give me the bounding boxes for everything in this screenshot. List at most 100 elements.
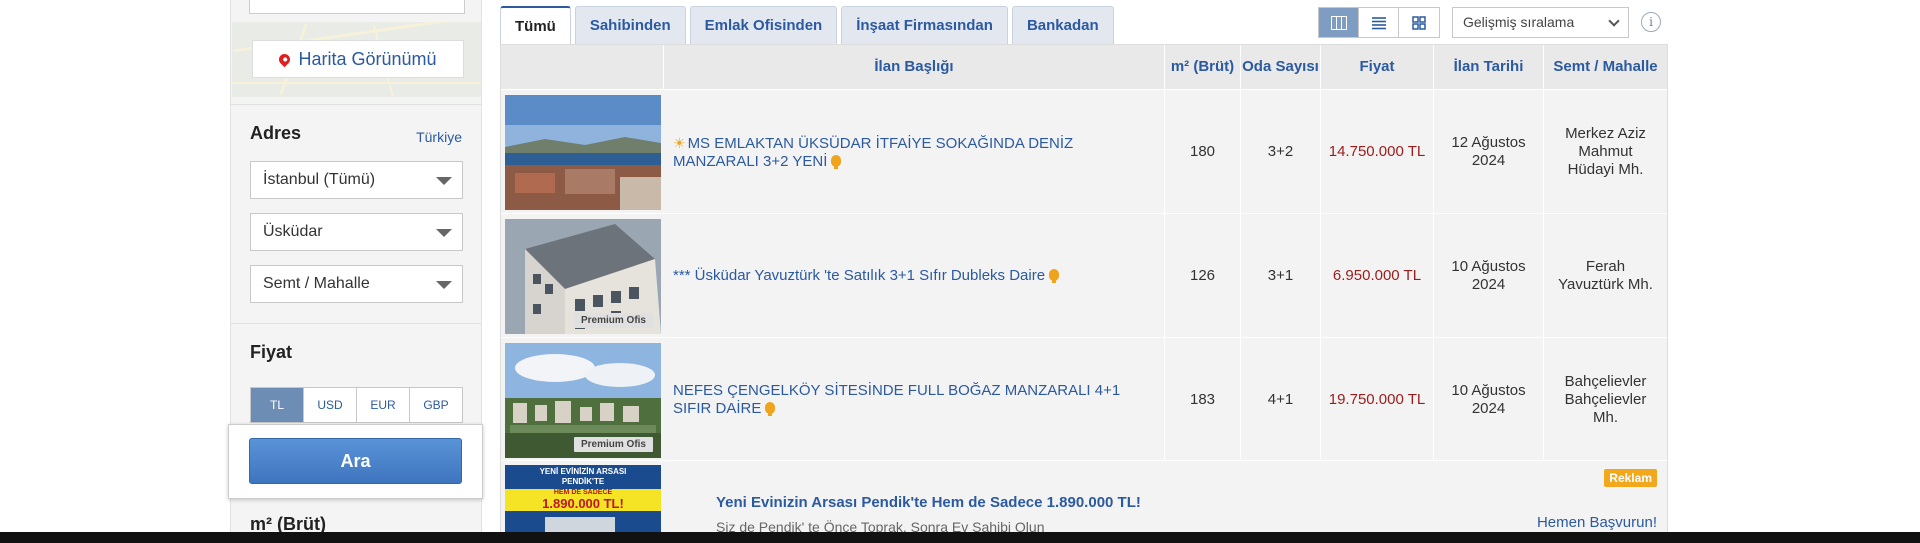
column-header-price[interactable]: Fiyat xyxy=(1321,45,1434,89)
listing-title[interactable]: *** Üsküdar Yavuztürk 'te Satılık 3+1 Sı… xyxy=(673,267,1045,284)
search-panel: Ara xyxy=(228,424,483,499)
date-cell: 10 Ağustos 2024 xyxy=(1434,214,1544,338)
table-row[interactable]: Premium Ofis *** Üsküdar Yavuztürk 'te S… xyxy=(501,213,1667,338)
info-icon[interactable]: i xyxy=(1641,12,1661,32)
column-header-area[interactable]: m² (Brüt) xyxy=(1165,45,1241,89)
city-select[interactable]: İstanbul (Tümü) xyxy=(250,161,463,199)
view-toggle xyxy=(1318,7,1440,38)
results-main: Tümü Sahibinden Emlak Ofisinden İnşaat F… xyxy=(500,0,1668,532)
address-title: Adres xyxy=(250,123,302,143)
ad-badge: Reklam xyxy=(1604,469,1657,487)
ad-cta-link[interactable]: Hemen Başvurun! xyxy=(1537,514,1657,531)
date-year: 2024 xyxy=(1471,152,1506,169)
listing-title-cell[interactable]: ☀ MS EMLAKTAN ÜKSÜDAR İTFAİYE SOKAĞINDA D… xyxy=(664,90,1165,214)
listing-title[interactable]: MS EMLAKTAN ÜKSÜDAR İTFAİYE SOKAĞINDA DE… xyxy=(673,135,1073,170)
column-header-title[interactable]: İlan Başlığı xyxy=(664,45,1165,89)
ad-thumbnail[interactable]: YENİ EVİNİZİN ARSASI PENDİK'TE HEM DE SA… xyxy=(505,465,661,532)
date-year: 2024 xyxy=(1471,276,1506,293)
divider xyxy=(231,323,481,324)
ad-title[interactable]: Yeni Evinizin Arsası Pendik'te Hem de Sa… xyxy=(716,494,1141,511)
tab-builder[interactable]: İnşaat Firmasından xyxy=(841,6,1008,44)
bottom-bar xyxy=(0,532,1920,543)
column-header-location[interactable]: Semt / Mahalle xyxy=(1544,45,1667,89)
column-header-date[interactable]: İlan Tarihi xyxy=(1434,45,1544,89)
featured-pin-icon xyxy=(831,154,842,169)
date-cell: 10 Ağustos 2024 xyxy=(1434,338,1544,462)
keyword-input[interactable] xyxy=(249,0,465,14)
area-cell: 180 xyxy=(1165,90,1241,214)
area-title: m² (Brüt) xyxy=(250,514,326,532)
country-link[interactable]: Türkiye xyxy=(416,129,462,145)
city-select-value: İstanbul (Tümü) xyxy=(263,171,376,188)
premium-office-badge: Premium Ofis xyxy=(573,437,653,452)
featured-pin-icon xyxy=(765,402,776,416)
sort-select-value: Gelişmiş sıralama xyxy=(1463,14,1575,30)
area-cell: 126 xyxy=(1165,214,1241,338)
price-cell: 19.750.000 TL xyxy=(1321,338,1434,462)
listing-title-cell[interactable]: NEFES ÇENGELKÖY SİTESİNDE FULL BOĞAZ MAN… xyxy=(664,338,1165,462)
currency-selector: TL USD EUR GBP xyxy=(250,387,463,423)
date-day-month: 12 Ağustos xyxy=(1451,134,1526,151)
screen: Harita Görünümü Adres Türkiye İstanbul (… xyxy=(0,0,1920,543)
date-day-month: 10 Ağustos xyxy=(1451,382,1526,399)
list-view-icon[interactable] xyxy=(1359,8,1399,37)
date-cell: 12 Ağustos 2024 xyxy=(1434,90,1544,214)
caret-down-icon xyxy=(436,177,452,185)
location-cell: Merkez Aziz Mahmut Hüdayi Mh. xyxy=(1565,125,1646,178)
featured-pin-icon xyxy=(1049,269,1060,283)
date-year: 2024 xyxy=(1471,400,1506,417)
premium-office-badge: Premium Ofis xyxy=(573,313,653,328)
listing-title-cell[interactable]: *** Üsküdar Yavuztürk 'te Satılık 3+1 Sı… xyxy=(664,214,1165,338)
ad-thumb-line1: YENİ EVİNİZİN ARSASI xyxy=(539,467,627,476)
table-row[interactable]: ☀ MS EMLAKTAN ÜKSÜDAR İTFAİYE SOKAĞINDA D… xyxy=(501,89,1667,214)
tab-bank[interactable]: Bankadan xyxy=(1011,6,1114,44)
area-cell: 183 xyxy=(1165,338,1241,462)
rooms-cell: 4+1 xyxy=(1241,338,1321,462)
listing-title[interactable]: NEFES ÇENGELKÖY SİTESİNDE FULL BOĞAZ MAN… xyxy=(673,382,1120,417)
listing-thumbnail[interactable]: Premium Ofis xyxy=(505,219,661,334)
ad-thumb-price: 1.890.000 TL! xyxy=(542,496,624,511)
caret-down-icon xyxy=(436,229,452,237)
listing-tabs: Tümü Sahibinden Emlak Ofisinden İnşaat F… xyxy=(500,6,1114,44)
currency-eur[interactable]: EUR xyxy=(357,388,410,422)
listing-thumbnail[interactable]: Premium Ofis xyxy=(505,343,661,458)
ad-thumb-line2: PENDİK'TE xyxy=(561,477,605,486)
sort-select[interactable]: Gelişmiş sıralama xyxy=(1452,7,1629,38)
currency-usd[interactable]: USD xyxy=(304,388,357,422)
neighborhood-select[interactable]: Semt / Mahalle xyxy=(250,265,463,303)
currency-tl[interactable]: TL xyxy=(251,388,304,422)
district-select-value: Üsküdar xyxy=(263,223,323,240)
grid-view-icon[interactable] xyxy=(1399,8,1439,37)
neighborhood-select-value: Semt / Mahalle xyxy=(263,275,370,292)
tab-agency[interactable]: Emlak Ofisinden xyxy=(689,6,838,44)
district-select[interactable]: Üsküdar xyxy=(250,213,463,251)
currency-gbp[interactable]: GBP xyxy=(410,388,462,422)
date-day-month: 10 Ağustos xyxy=(1451,258,1526,275)
location-pin-icon xyxy=(277,51,293,67)
table-header: İlan Başlığı m² (Brüt) Oda Sayısı Fiyat … xyxy=(501,45,1667,89)
table-row[interactable]: Premium Ofis NEFES ÇENGELKÖY SİTESİNDE F… xyxy=(501,337,1667,462)
thumb-column-header xyxy=(501,45,664,89)
price-title: Fiyat xyxy=(250,342,293,362)
listing-thumbnail[interactable] xyxy=(505,95,661,210)
listing-table: İlan Başlığı m² (Brüt) Oda Sayısı Fiyat … xyxy=(500,44,1668,532)
location-cell: Ferah Yavuztürk Mh. xyxy=(1558,258,1653,293)
price-cell: 14.750.000 TL xyxy=(1321,90,1434,214)
chevron-down-icon xyxy=(1608,15,1620,27)
ad-description: Siz de Pendik' te Önce Toprak, Sonra Ev … xyxy=(716,519,1045,532)
rooms-cell: 3+2 xyxy=(1241,90,1321,214)
sponsored-row[interactable]: YENİ EVİNİZİN ARSASI PENDİK'TE HEM DE SA… xyxy=(501,460,1667,532)
map-view-label: Harita Görünümü xyxy=(298,48,437,69)
search-button[interactable]: Ara xyxy=(249,438,462,484)
rooms-cell: 3+1 xyxy=(1241,214,1321,338)
caret-down-icon xyxy=(436,281,452,289)
table-view-icon[interactable] xyxy=(1319,8,1359,37)
tab-all[interactable]: Tümü xyxy=(500,6,571,44)
location-cell: Bahçelievler Bahçelievler Mh. xyxy=(1564,373,1647,426)
map-view-button[interactable]: Harita Görünümü xyxy=(252,40,464,78)
column-header-rooms[interactable]: Oda Sayısı xyxy=(1241,45,1321,89)
tab-owner[interactable]: Sahibinden xyxy=(574,6,686,44)
map-preview[interactable]: Harita Görünümü xyxy=(232,22,481,97)
highlight-star-icon: ☀ xyxy=(673,134,686,151)
divider xyxy=(231,104,481,105)
